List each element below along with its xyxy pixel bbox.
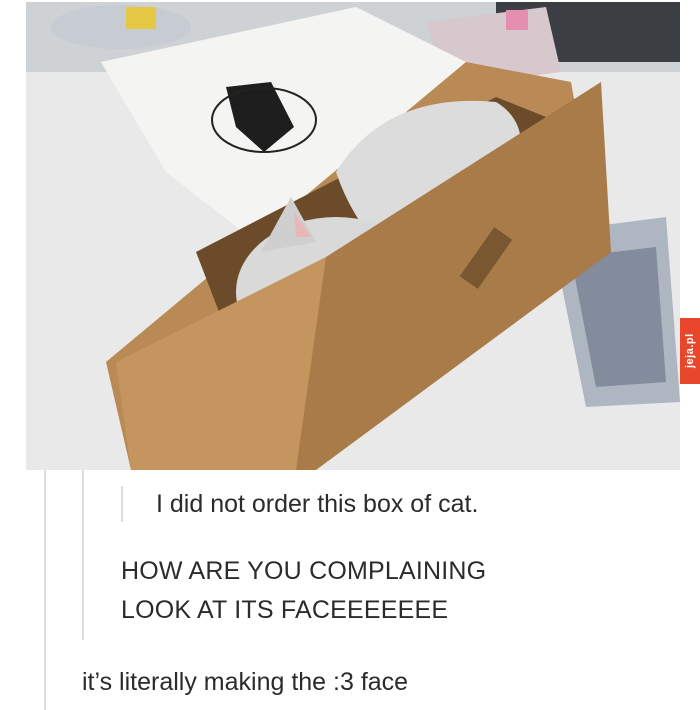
quote-line-middle bbox=[82, 470, 84, 640]
reply-text-line-1: HOW ARE YOU COMPLAINING bbox=[121, 557, 487, 585]
tumblr-post: jeja.pl I did not order this box of cat.… bbox=[0, 0, 700, 710]
quote-line-outer bbox=[44, 470, 46, 710]
watermark-logo: jeja.pl bbox=[680, 318, 700, 384]
quote-line-inner bbox=[121, 486, 123, 522]
reply-text-line-2: LOOK AT ITS FACEEEEEEE bbox=[121, 596, 449, 624]
cat-in-box-photo bbox=[26, 2, 680, 470]
second-reply-text: it’s literally making the :3 face bbox=[82, 668, 409, 696]
original-post-text: I did not order this box of cat. bbox=[156, 490, 479, 518]
